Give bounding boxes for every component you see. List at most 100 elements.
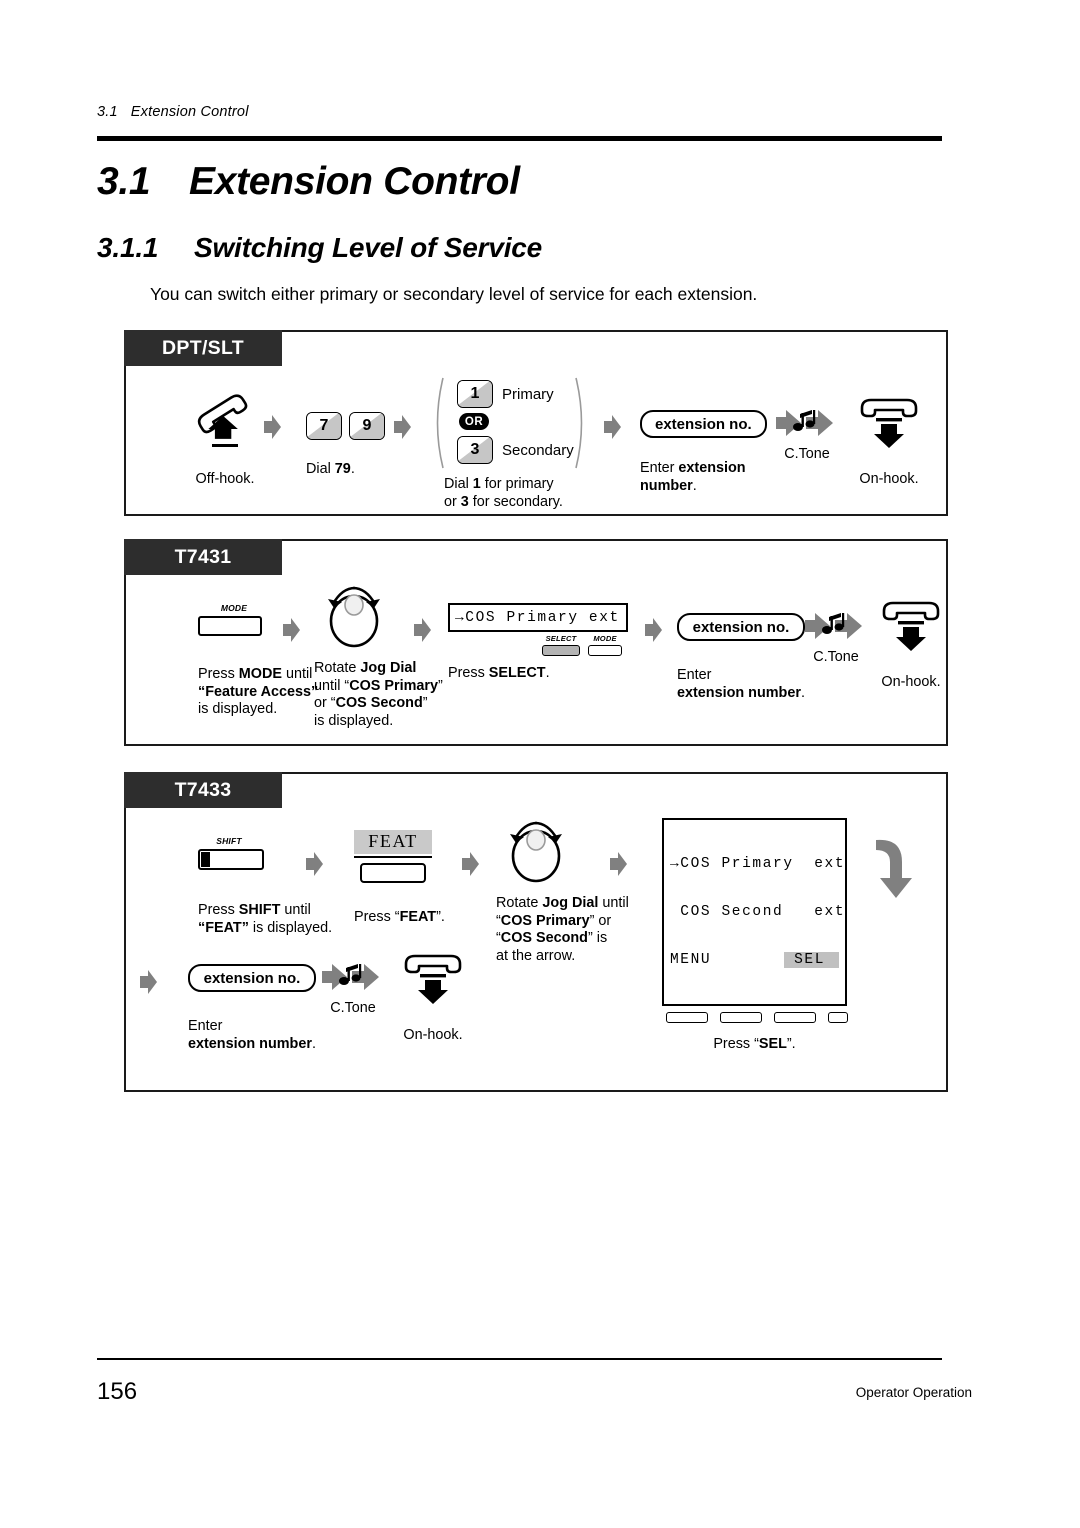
- enter-extension-caption: Enter extension number.: [188, 1018, 316, 1052]
- label-secondary: Secondary: [502, 441, 574, 459]
- select-softkey[interactable]: [542, 645, 580, 656]
- step-off-hook: Off-hook.: [190, 394, 260, 489]
- ctone-label: C.Tone: [784, 446, 830, 462]
- step-extension-number: extension no. Enter extension number.: [640, 410, 767, 495]
- key-7[interactable]: 7: [306, 412, 342, 440]
- extension-no-pill[interactable]: extension no.: [677, 613, 805, 641]
- footer-rule: [97, 1358, 942, 1360]
- panel-tab-t7433: T7433: [124, 772, 282, 808]
- shift-button[interactable]: [198, 849, 264, 870]
- arrow-separator-2: [394, 415, 411, 439]
- enter-extension-caption: Enter extension number.: [640, 460, 746, 494]
- right-arrow-icon: [604, 415, 621, 439]
- footer-doc-title: Operator Operation: [855, 1385, 972, 1400]
- dial-79-caption: Dial 79.: [306, 461, 355, 477]
- off-hook-caption: Off-hook.: [195, 471, 255, 487]
- mode-softkey[interactable]: [588, 645, 622, 656]
- page-title: 3.1 Extension Control: [97, 160, 520, 204]
- arrow-separator-5: [414, 618, 431, 642]
- jog-dial-icon[interactable]: [496, 818, 576, 884]
- right-arrow-icon: [462, 852, 479, 876]
- wrap-down-arrow-icon: [876, 839, 912, 898]
- lcd-display: →COS Primary ext: [448, 603, 628, 632]
- running-head-title: Extension Control: [130, 104, 249, 120]
- shift-caption: Press SHIFT until “FEAT” is displayed.: [198, 902, 333, 936]
- ctone-label: C.Tone: [813, 649, 859, 665]
- panel-t7433: T7433 SHIFT Press SHIFT until “FEAT” is …: [124, 772, 948, 1092]
- mode-caption: Press MODE until “Feature Access” is dis…: [198, 666, 319, 718]
- jog-dial-caption: Rotate Jog Dial until “COS Primary” or “…: [496, 895, 629, 964]
- label-primary: Primary: [502, 385, 554, 403]
- step-press-sel: →COS Primary ext COS Second ext MENU SEL…: [662, 818, 848, 1054]
- step-confirmation-tone: C.Tone: [776, 408, 838, 462]
- on-hook-caption: On-hook.: [881, 674, 941, 690]
- right-arrow-icon: [264, 415, 281, 439]
- select-softkey-label: SELECT: [545, 634, 577, 643]
- step-confirmation-tone: C.Tone: [805, 611, 867, 665]
- section-title-text: Switching Level of Service: [194, 232, 543, 263]
- panel-tab-t7431: T7431: [124, 539, 282, 575]
- step-rotate-jog-dial: Rotate Jog Dial until “COS Primary” or “…: [314, 583, 443, 730]
- confirmation-tone-icon: [322, 964, 379, 990]
- softkey-4[interactable]: [828, 1012, 848, 1023]
- step-confirmation-tone: C.Tone: [322, 962, 384, 1016]
- feat-button[interactable]: [360, 863, 426, 883]
- page-title-number: 3.1: [97, 160, 151, 203]
- arrow-separator-10: [140, 970, 157, 994]
- on-hook-handset-icon: [860, 398, 918, 448]
- right-arrow-icon: [283, 618, 300, 642]
- jog-dial-icon[interactable]: [314, 583, 394, 649]
- panel-t7431: T7431 MODE Press MODE until “Feature Acc…: [124, 539, 948, 746]
- softkey-2[interactable]: [720, 1012, 762, 1023]
- right-arrow-icon: [645, 618, 662, 642]
- running-head-number: 3.1: [97, 104, 118, 120]
- step-press-feat: FEAT Press “FEAT”.: [354, 830, 445, 927]
- panel-tab-dpt-slt: DPT/SLT: [124, 330, 282, 366]
- choice-caption: Dial 1 for primary or 3 for secondary.: [444, 476, 563, 510]
- key-1[interactable]: 1: [457, 380, 493, 408]
- page-number: 156: [97, 1378, 138, 1405]
- wrap-arrow: [866, 836, 914, 905]
- section-title-number: 3.1.1: [97, 232, 159, 263]
- select-caption: Press SELECT.: [448, 665, 550, 681]
- arrow-separator-6: [645, 618, 662, 642]
- arrow-separator-7: [306, 852, 323, 876]
- on-hook-handset-icon: [882, 601, 940, 651]
- section-title: 3.1.1 Switching Level of Service: [97, 232, 542, 264]
- step-press-select: →COS Primary ext SELECT MODE Press SELEC…: [448, 603, 628, 683]
- step-press-mode: MODE Press MODE until “Feature Access” i…: [198, 603, 318, 719]
- step-on-hook: On-hook.: [878, 597, 944, 692]
- right-arrow-icon: [140, 970, 157, 994]
- key-9[interactable]: 9: [349, 412, 385, 440]
- confirmation-tone-icon: [776, 410, 833, 436]
- header-rule: [97, 136, 942, 141]
- off-hook-handset-icon: [197, 394, 248, 447]
- lcd-line-3-sel: SEL: [784, 952, 839, 968]
- step-extension-number: extension no. Enter extension number.: [677, 613, 805, 702]
- right-arrow-icon: [306, 852, 323, 876]
- lcd-display: →COS Primary ext COS Second ext MENU SEL: [662, 818, 847, 1006]
- extension-no-pill[interactable]: extension no.: [640, 410, 767, 438]
- on-hook-caption: On-hook.: [859, 471, 919, 487]
- running-head: 3.1 Extension Control: [97, 104, 249, 120]
- arrow-separator-4: [283, 618, 300, 642]
- feat-caption: Press “FEAT”.: [354, 909, 445, 925]
- mode-softkey-label: MODE: [593, 634, 617, 643]
- lcd-line-3-menu: MENU: [670, 952, 712, 968]
- softkey-1[interactable]: [666, 1012, 708, 1023]
- extension-no-pill[interactable]: extension no.: [188, 964, 316, 992]
- key-3[interactable]: 3: [457, 436, 493, 464]
- page-title-text: Extension Control: [189, 160, 520, 203]
- arrow-separator-1: [264, 415, 281, 439]
- arrow-separator-3: [604, 415, 621, 439]
- mode-button[interactable]: [198, 616, 262, 636]
- enter-extension-caption: Enter extension number.: [677, 667, 805, 701]
- lcd-line-2: COS Second ext: [670, 904, 846, 920]
- jog-dial-caption: Rotate Jog Dial until “COS Primary” or “…: [314, 660, 443, 729]
- step-rotate-jog-dial: Rotate Jog Dial until “COS Primary” or “…: [496, 818, 629, 965]
- intro-paragraph: You can switch either primary or seconda…: [150, 284, 758, 304]
- right-arrow-icon: [414, 618, 431, 642]
- step-dial-79: 7 9 Dial 79.: [306, 412, 385, 479]
- softkey-3[interactable]: [774, 1012, 816, 1023]
- step-on-hook: On-hook.: [400, 950, 466, 1045]
